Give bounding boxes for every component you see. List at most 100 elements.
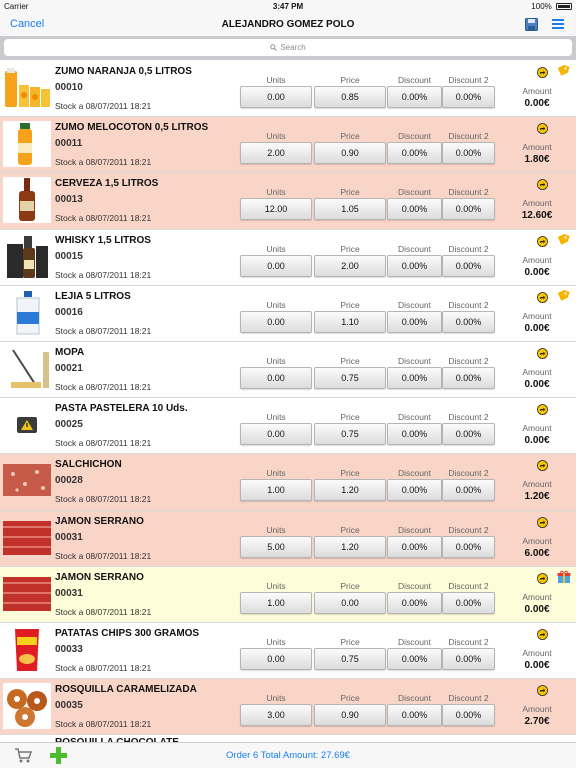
product-name: MOPA bbox=[55, 347, 84, 358]
product-row[interactable]: JAMON SERRANO00031Stock a 08/07/2011 18:… bbox=[0, 567, 576, 623]
price-field[interactable]: 1.10 bbox=[314, 311, 386, 333]
arrow-circle-icon[interactable] bbox=[537, 683, 548, 694]
product-row[interactable]: PATATAS CHIPS 300 GRAMOS00033Stock a 08/… bbox=[0, 623, 576, 679]
discount-field[interactable]: 0.00% bbox=[387, 367, 442, 389]
units-field[interactable]: 1.00 bbox=[240, 479, 312, 501]
arrow-circle-icon[interactable] bbox=[537, 346, 548, 357]
price-field[interactable]: 0.75 bbox=[314, 423, 386, 445]
units-field[interactable]: 12.00 bbox=[240, 198, 312, 220]
discount-field[interactable]: 0.00% bbox=[387, 255, 442, 277]
price-field[interactable]: 0.75 bbox=[314, 648, 386, 670]
discount2-label: Discount 2 bbox=[442, 581, 495, 592]
units-field[interactable]: 0.00 bbox=[240, 255, 312, 277]
tag-icon[interactable] bbox=[556, 289, 570, 303]
stock-date: Stock a 08/07/2011 18:21 bbox=[55, 213, 151, 223]
units-label: Units bbox=[240, 637, 312, 648]
discount-field[interactable]: 0.00% bbox=[387, 479, 442, 501]
price-field[interactable]: 1.20 bbox=[314, 536, 386, 558]
price-field[interactable]: 0.90 bbox=[314, 704, 386, 726]
donuts-image bbox=[3, 683, 51, 729]
product-code: 00025 bbox=[55, 419, 83, 430]
stock-date: Stock a 08/07/2011 18:21 bbox=[55, 719, 151, 729]
price-field[interactable]: 2.00 bbox=[314, 255, 386, 277]
product-name: PASTA PASTELERA 10 Uds. bbox=[55, 403, 188, 414]
discount-field[interactable]: 0.00% bbox=[387, 311, 442, 333]
discount2-field[interactable]: 0.00% bbox=[442, 704, 495, 726]
amount-value: 0.00€ bbox=[505, 323, 569, 334]
arrow-circle-icon[interactable] bbox=[537, 65, 548, 76]
discount2-field[interactable]: 0.00% bbox=[442, 255, 495, 277]
discount2-field[interactable]: 0.00% bbox=[442, 536, 495, 558]
amount-value: 0.00€ bbox=[505, 98, 569, 109]
discount2-field[interactable]: 0.00% bbox=[442, 311, 495, 333]
cancel-button[interactable]: Cancel bbox=[0, 18, 44, 30]
product-row[interactable]: PASTA PASTELERA 10 Uds. 00025 Stock a 08/0… bbox=[0, 398, 576, 454]
discount2-label: Discount 2 bbox=[442, 187, 495, 198]
discount-field[interactable]: 0.00% bbox=[387, 592, 442, 614]
discount2-field[interactable]: 0.00% bbox=[442, 142, 495, 164]
discount-field[interactable]: 0.00% bbox=[387, 198, 442, 220]
units-field[interactable]: 0.00 bbox=[240, 367, 312, 389]
units-field[interactable]: 0.00 bbox=[240, 311, 312, 333]
price-field[interactable]: 0.85 bbox=[314, 86, 386, 108]
arrow-circle-icon[interactable] bbox=[537, 121, 548, 132]
discount-field[interactable]: 0.00% bbox=[387, 86, 442, 108]
order-lines-list[interactable]: ZUMO NARANJA 0,5 LITROS00010Stock a 08/0… bbox=[0, 61, 576, 742]
discount2-field[interactable]: 0.00% bbox=[442, 198, 495, 220]
search-input[interactable]: Search bbox=[4, 39, 572, 56]
discount2-field[interactable]: 0.00% bbox=[442, 423, 495, 445]
discount-field[interactable]: 0.00% bbox=[387, 142, 442, 164]
arrow-circle-icon[interactable] bbox=[537, 290, 548, 301]
product-row[interactable]: ZUMO MELOCOTON 0,5 LITROS00011Stock a 08… bbox=[0, 117, 576, 173]
stock-date: Stock a 08/07/2011 18:21 bbox=[55, 438, 151, 448]
arrow-circle-icon[interactable] bbox=[537, 402, 548, 413]
product-row[interactable]: LEJIA 5 LITROS00016Stock a 08/07/2011 18… bbox=[0, 286, 576, 342]
product-row[interactable]: CERVEZA 1,5 LITROS00013Stock a 08/07/201… bbox=[0, 173, 576, 229]
arrow-circle-icon[interactable] bbox=[537, 177, 548, 188]
discount2-field[interactable]: 0.00% bbox=[442, 479, 495, 501]
units-field[interactable]: 0.00 bbox=[240, 648, 312, 670]
tag-icon[interactable] bbox=[556, 64, 570, 78]
discount-field[interactable]: 0.00% bbox=[387, 704, 442, 726]
discount-field[interactable]: 0.00% bbox=[387, 648, 442, 670]
arrow-circle-icon[interactable] bbox=[537, 458, 548, 469]
price-field[interactable]: 0.90 bbox=[314, 142, 386, 164]
units-label: Units bbox=[240, 412, 312, 423]
discount2-field[interactable]: 0.00% bbox=[442, 367, 495, 389]
discount2-field[interactable]: 0.00% bbox=[442, 648, 495, 670]
mop-image bbox=[3, 346, 51, 392]
price-field[interactable]: 1.20 bbox=[314, 479, 386, 501]
units-field[interactable]: 3.00 bbox=[240, 704, 312, 726]
product-row[interactable]: MOPA00021Stock a 08/07/2011 18:21Units0.… bbox=[0, 342, 576, 398]
amount-label: Amount bbox=[505, 142, 569, 154]
units-field[interactable]: 0.00 bbox=[240, 423, 312, 445]
tag-icon[interactable] bbox=[556, 233, 570, 247]
arrow-circle-icon[interactable] bbox=[537, 627, 548, 638]
price-field[interactable]: 0.75 bbox=[314, 367, 386, 389]
discount-field[interactable]: 0.00% bbox=[387, 423, 442, 445]
discount-label: Discount bbox=[387, 356, 442, 367]
product-row[interactable]: WHISKY 1,5 LITROS00015Stock a 08/07/2011… bbox=[0, 230, 576, 286]
gift-icon[interactable] bbox=[557, 570, 571, 584]
menu-icon[interactable] bbox=[552, 18, 564, 31]
discount2-field[interactable]: 0.00% bbox=[442, 592, 495, 614]
discount2-label: Discount 2 bbox=[442, 244, 495, 255]
discount2-field[interactable]: 0.00% bbox=[442, 86, 495, 108]
product-row[interactable]: SALCHICHON00028Stock a 08/07/2011 18:21U… bbox=[0, 454, 576, 510]
units-field[interactable]: 0.00 bbox=[240, 86, 312, 108]
arrow-circle-icon[interactable] bbox=[537, 234, 548, 245]
units-field[interactable]: 2.00 bbox=[240, 142, 312, 164]
price-field[interactable]: 1.05 bbox=[314, 198, 386, 220]
product-row[interactable]: ZUMO NARANJA 0,5 LITROS00010Stock a 08/0… bbox=[0, 61, 576, 117]
units-field[interactable]: 1.00 bbox=[240, 592, 312, 614]
arrow-circle-icon[interactable] bbox=[537, 571, 548, 582]
price-label: Price bbox=[314, 300, 386, 311]
arrow-circle-icon[interactable] bbox=[537, 515, 548, 526]
units-field[interactable]: 5.00 bbox=[240, 536, 312, 558]
save-icon[interactable] bbox=[525, 18, 538, 31]
product-row[interactable]: ROSQUILLA CARAMELIZADA00035Stock a 08/07… bbox=[0, 679, 576, 735]
price-field[interactable]: 0.00 bbox=[314, 592, 386, 614]
discount-field[interactable]: 0.00% bbox=[387, 536, 442, 558]
product-row[interactable]: JAMON SERRANO00031Stock a 08/07/2011 18:… bbox=[0, 511, 576, 567]
stock-date: Stock a 08/07/2011 18:21 bbox=[55, 494, 151, 504]
